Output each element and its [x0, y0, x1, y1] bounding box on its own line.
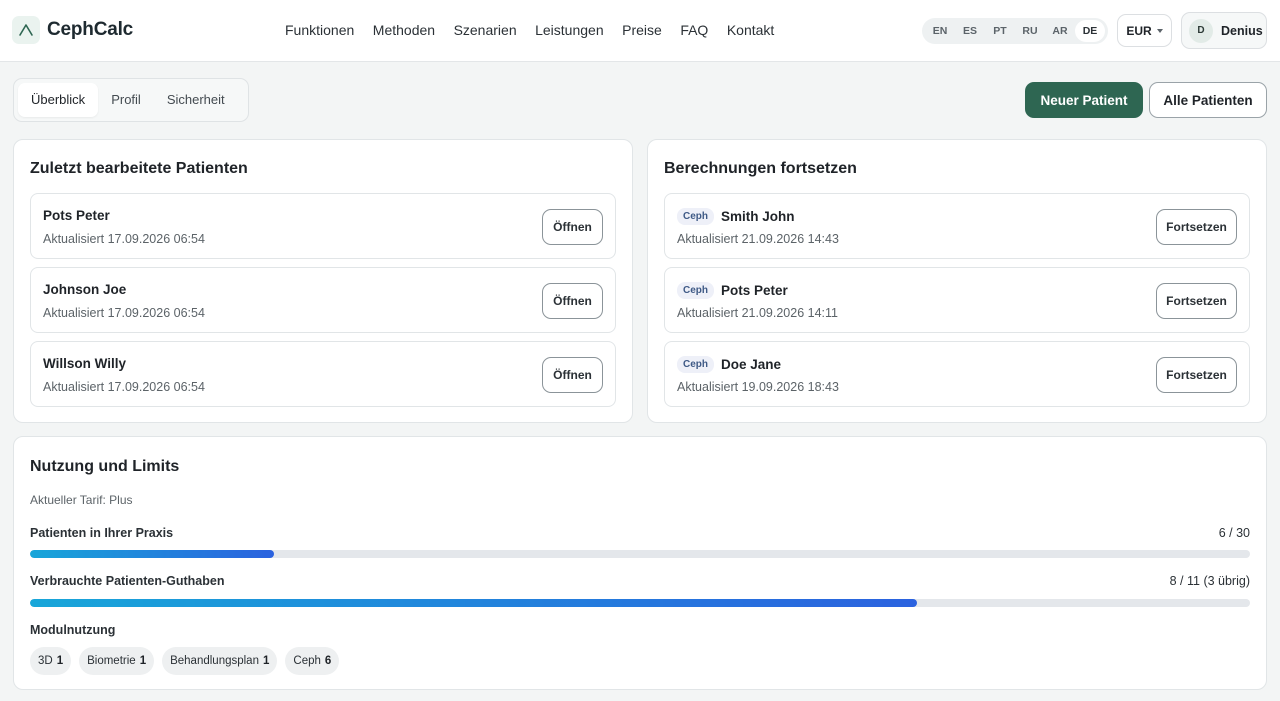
nav-item-faq[interactable]: FAQ	[680, 22, 708, 38]
patient-name: Johnson Joe	[43, 282, 127, 297]
lang-pt[interactable]: PT	[985, 20, 1015, 42]
module-chips: 3D 1 Biometrie 1 Behandlungsplan 1 Ceph 6	[30, 647, 340, 675]
lang-de[interactable]: DE	[1075, 20, 1105, 42]
tab-sicherheit[interactable]: Sicherheit	[154, 83, 238, 117]
patient-name-line: Ceph Smith John	[677, 208, 795, 225]
nav-item-leistungen[interactable]: Leistungen	[535, 22, 604, 38]
continue-calculations-card: Berechnungen fortsetzen Ceph Smith John …	[647, 139, 1267, 423]
currency-value: EUR	[1126, 23, 1152, 38]
patient-name-line: Ceph Doe Jane	[677, 356, 781, 373]
logo-mark-icon	[12, 16, 40, 44]
current-plan: Aktueller Tarif: Plus	[30, 493, 133, 507]
list-item: Willson Willy Aktualisiert 17.09.2026 06…	[30, 341, 616, 407]
module-count: 1	[56, 655, 64, 667]
continue-button[interactable]: Fortsetzen	[1156, 283, 1237, 319]
patient-name: Pots Peter	[721, 283, 788, 298]
chevron-down-icon	[1156, 28, 1163, 33]
user-name: Denius	[1221, 23, 1263, 38]
patient-name: Smith John	[721, 209, 795, 224]
nav-item-szenarien[interactable]: Szenarien	[454, 22, 517, 38]
modules-title: Modulnutzung	[30, 623, 116, 637]
updated-timestamp: Aktualisiert 17.09.2026 06:54	[43, 232, 205, 246]
open-button[interactable]: Öffnen	[542, 209, 603, 245]
patient-name: Willson Willy	[43, 356, 127, 371]
top-header: CephCalc Funktionen Methoden Szenarien L…	[0, 0, 1280, 62]
module-chip: Ceph 6	[285, 647, 340, 675]
progress-fill	[30, 550, 274, 558]
updated-timestamp: Aktualisiert 17.09.2026 06:54	[43, 306, 205, 320]
main-nav: Funktionen Methoden Szenarien Leistungen…	[285, 22, 793, 38]
module-name: Biometrie	[87, 655, 136, 667]
updated-timestamp: Aktualisiert 21.09.2026 14:43	[677, 232, 839, 246]
module-name: Ceph	[293, 655, 321, 667]
module-name: Behandlungsplan	[170, 655, 259, 667]
nav-item-methoden[interactable]: Methoden	[373, 22, 435, 38]
credits-progress-bar	[30, 599, 1250, 607]
open-button[interactable]: Öffnen	[542, 283, 603, 319]
patient-name: Doe Jane	[721, 357, 782, 372]
avatar: D	[1189, 18, 1213, 43]
new-patient-button[interactable]: Neuer Patient	[1025, 82, 1143, 118]
patient-name-line: Ceph Pots Peter	[677, 282, 788, 299]
patient-name: Pots Peter	[43, 208, 110, 223]
nav-item-preise[interactable]: Preise	[622, 22, 662, 38]
module-count: 1	[262, 655, 270, 667]
open-button[interactable]: Öffnen	[542, 357, 603, 393]
list-item: Ceph Doe Jane Aktualisiert 19.09.2026 18…	[664, 341, 1250, 407]
module-chip: Biometrie 1	[79, 647, 155, 675]
lang-ar[interactable]: AR	[1045, 20, 1075, 42]
recent-patients-card: Zuletzt bearbeitete Patienten Pots Peter…	[13, 139, 633, 423]
usage-limits-card: Nutzung und Limits Aktueller Tarif: Plus…	[13, 436, 1267, 690]
tab-profil[interactable]: Profil	[98, 83, 154, 117]
usage-title: Nutzung und Limits	[30, 458, 180, 475]
patients-progress-bar	[30, 550, 1250, 558]
progress-fill	[30, 599, 918, 607]
continue-button[interactable]: Fortsetzen	[1156, 209, 1237, 245]
user-menu[interactable]: D Denius	[1181, 12, 1267, 49]
nav-item-kontakt[interactable]: Kontakt	[727, 22, 774, 38]
language-switcher: EN ES PT RU AR DE	[922, 18, 1108, 44]
continue-button[interactable]: Fortsetzen	[1156, 357, 1237, 393]
currency-select[interactable]: EUR	[1117, 14, 1172, 47]
module-name: 3D	[38, 655, 53, 667]
module-count: 6	[324, 655, 332, 667]
lang-ru[interactable]: RU	[1015, 20, 1045, 42]
meter-value: 8 / 11 (3 übrig)	[1169, 574, 1250, 588]
list-item: Ceph Smith John Aktualisiert 21.09.2026 …	[664, 193, 1250, 259]
module-tag: Ceph	[677, 356, 714, 373]
module-tag: Ceph	[677, 208, 714, 225]
module-tag: Ceph	[677, 282, 714, 299]
meter-label: Verbrauchte Patienten-Guthaben	[30, 574, 225, 588]
recent-patients-title: Zuletzt bearbeitete Patienten	[30, 160, 248, 177]
updated-timestamp: Aktualisiert 17.09.2026 06:54	[43, 380, 205, 394]
updated-timestamp: Aktualisiert 21.09.2026 14:11	[677, 306, 838, 320]
module-chip: Behandlungsplan 1	[162, 647, 278, 675]
list-item: Pots Peter Aktualisiert 17.09.2026 06:54…	[30, 193, 616, 259]
nav-item-funktionen[interactable]: Funktionen	[285, 22, 354, 38]
list-item: Ceph Pots Peter Aktualisiert 21.09.2026 …	[664, 267, 1250, 333]
app-name: CephCalc	[47, 19, 134, 40]
continue-calculations-title: Berechnungen fortsetzen	[664, 160, 857, 177]
meter-value: 6 / 30	[1218, 526, 1250, 540]
updated-timestamp: Aktualisiert 19.09.2026 18:43	[677, 380, 839, 394]
tab-ueberblick[interactable]: Überblick	[18, 83, 99, 117]
lang-en[interactable]: EN	[925, 20, 955, 42]
lang-es[interactable]: ES	[955, 20, 985, 42]
all-patients-button[interactable]: Alle Patienten	[1149, 82, 1267, 118]
list-item: Johnson Joe Aktualisiert 17.09.2026 06:5…	[30, 267, 616, 333]
module-chip: 3D 1	[30, 647, 72, 675]
account-tabs: Überblick Profil Sicherheit	[13, 78, 249, 122]
logo[interactable]: CephCalc	[12, 16, 133, 44]
meter-label: Patienten in Ihrer Praxis	[30, 526, 174, 540]
module-count: 1	[139, 655, 147, 667]
